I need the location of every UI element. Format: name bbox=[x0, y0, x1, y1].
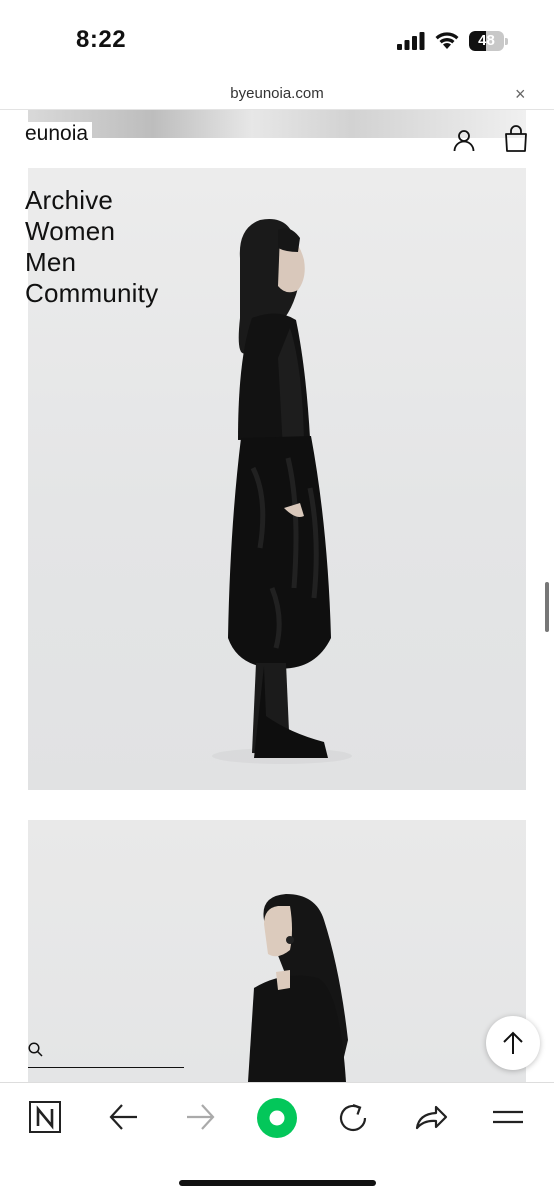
close-icon[interactable]: × bbox=[515, 84, 526, 105]
share-icon[interactable] bbox=[414, 1100, 454, 1136]
battery-level: 48 bbox=[478, 32, 495, 49]
site-nav-menu: Archive Women Men Community bbox=[25, 185, 158, 309]
scrollbar[interactable] bbox=[545, 582, 549, 632]
shopping-bag-icon[interactable] bbox=[504, 125, 528, 153]
search-field[interactable] bbox=[28, 1040, 184, 1068]
home-indicator[interactable] bbox=[179, 1180, 376, 1186]
back-arrow-icon[interactable] bbox=[107, 1100, 147, 1136]
green-dot-home-icon[interactable] bbox=[256, 1097, 298, 1139]
user-icon[interactable] bbox=[452, 128, 476, 152]
url-bar[interactable]: byeunoia.com × bbox=[0, 80, 554, 110]
naver-logo-icon[interactable] bbox=[28, 1100, 68, 1136]
nav-item-archive[interactable]: Archive bbox=[25, 185, 158, 216]
reload-icon[interactable] bbox=[337, 1100, 377, 1136]
arrow-up-icon bbox=[503, 1031, 523, 1054]
scroll-to-top-button[interactable] bbox=[486, 1016, 540, 1070]
url-text[interactable]: byeunoia.com bbox=[0, 85, 554, 102]
nav-item-men[interactable]: Men bbox=[25, 247, 158, 278]
nav-item-women[interactable]: Women bbox=[25, 216, 158, 247]
nav-item-community[interactable]: Community bbox=[25, 278, 158, 309]
site-logo[interactable]: eunoia bbox=[25, 122, 93, 146]
search-icon[interactable] bbox=[28, 1042, 43, 1057]
cellular-signal-icon bbox=[397, 32, 425, 50]
status-bar: 8:22 48 bbox=[0, 0, 554, 80]
forward-arrow-icon bbox=[184, 1100, 224, 1136]
status-time: 8:22 bbox=[76, 26, 127, 53]
battery-icon: 48 bbox=[469, 31, 509, 51]
menu-icon[interactable] bbox=[491, 1100, 531, 1136]
wifi-icon bbox=[435, 32, 459, 49]
